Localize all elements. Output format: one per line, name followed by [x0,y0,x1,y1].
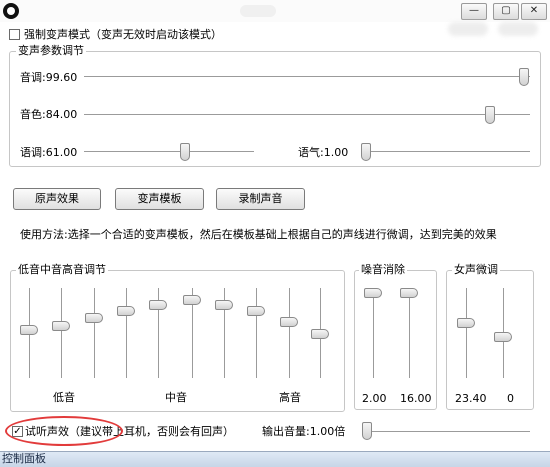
tone-slider-thumb[interactable] [361,143,371,161]
original-voice-button[interactable]: 原声效果 [13,188,101,210]
output-volume-track[interactable] [365,431,530,433]
eq-title: 低音中音高音调节 [16,263,108,276]
female-slider-1-track[interactable] [466,288,468,378]
minimize-button[interactable]: — [461,3,487,20]
eq-band-2-thumb[interactable] [52,321,70,331]
tone-label: 语气:1.00 [298,146,349,159]
eq-band-6-thumb[interactable] [183,295,201,305]
output-volume-label: 输出音量:1.00倍 [262,425,346,438]
eq-band-4-thumb[interactable] [117,306,135,316]
noise-slider-1-thumb[interactable] [364,288,382,298]
pitch-label: 音调:99.60 [20,71,78,84]
eq-band-2-track[interactable] [61,288,63,378]
voice-params-title: 变声参数调节 [16,44,86,57]
taskbar-control-panel[interactable]: 控制面板 [2,452,46,465]
noise-title: 噪音消除 [359,263,407,276]
pitch-slider-thumb[interactable] [519,68,529,86]
eq-band-3-thumb[interactable] [85,313,103,323]
force-mode-label: 强制变声模式（变声无效时启动该模式） [24,28,222,41]
watermark-blur [498,22,538,36]
eq-band-10-thumb[interactable] [311,329,329,339]
timbre-label: 音色:84.00 [20,108,78,121]
eq-band-8-track[interactable] [256,288,258,378]
eq-band-9-thumb[interactable] [280,317,298,327]
app-logo-icon [3,3,19,19]
noise-value-1: 2.00 [362,392,387,405]
timbre-slider-thumb[interactable] [485,106,495,124]
noise-slider-2-track[interactable] [409,288,411,378]
eq-band-3-track[interactable] [94,288,96,378]
female-slider-2-thumb[interactable] [494,332,512,342]
female-title: 女声微调 [452,263,500,276]
female-value-1: 23.40 [455,392,487,405]
female-value-2: 0 [507,392,514,405]
taskbar [0,451,550,467]
speed-slider-thumb[interactable] [180,143,190,161]
close-button[interactable]: ✕ [521,3,547,20]
record-voice-button[interactable]: 录制声音 [216,188,305,210]
noise-value-2: 16.00 [400,392,432,405]
speed-label: 语调:61.00 [20,146,78,159]
noise-slider-2-thumb[interactable] [400,288,418,298]
speed-slider-track[interactable] [84,151,254,153]
voice-params-group [9,51,541,167]
pitch-slider-track[interactable] [84,76,530,78]
female-slider-1-thumb[interactable] [457,318,475,328]
eq-band-1-thumb[interactable] [20,325,38,335]
noise-slider-1-track[interactable] [373,288,375,378]
eq-low-label: 低音 [53,391,75,404]
timbre-slider-track[interactable] [84,114,530,116]
eq-band-8-thumb[interactable] [247,306,265,316]
tone-slider-track[interactable] [362,151,530,153]
output-volume-thumb[interactable] [362,422,372,440]
eq-high-label: 高音 [279,391,301,404]
force-mode-checkbox[interactable] [9,29,20,40]
female-group [446,270,534,410]
highlight-ellipse [5,416,123,446]
eq-band-5-thumb[interactable] [149,300,167,310]
title-decoration [240,5,276,17]
eq-band-7-thumb[interactable] [215,300,233,310]
voice-template-button[interactable]: 变声模板 [115,188,204,210]
eq-band-4-track[interactable] [126,288,128,378]
watermark-blur [448,22,488,36]
eq-mid-label: 中音 [165,391,187,404]
usage-text: 使用方法:选择一个合适的变声模板，然后在模板基础上根据自己的声线进行微调，达到完… [20,228,497,241]
restore-button[interactable]: ▢ [493,3,519,20]
eq-band-9-track[interactable] [289,288,291,378]
